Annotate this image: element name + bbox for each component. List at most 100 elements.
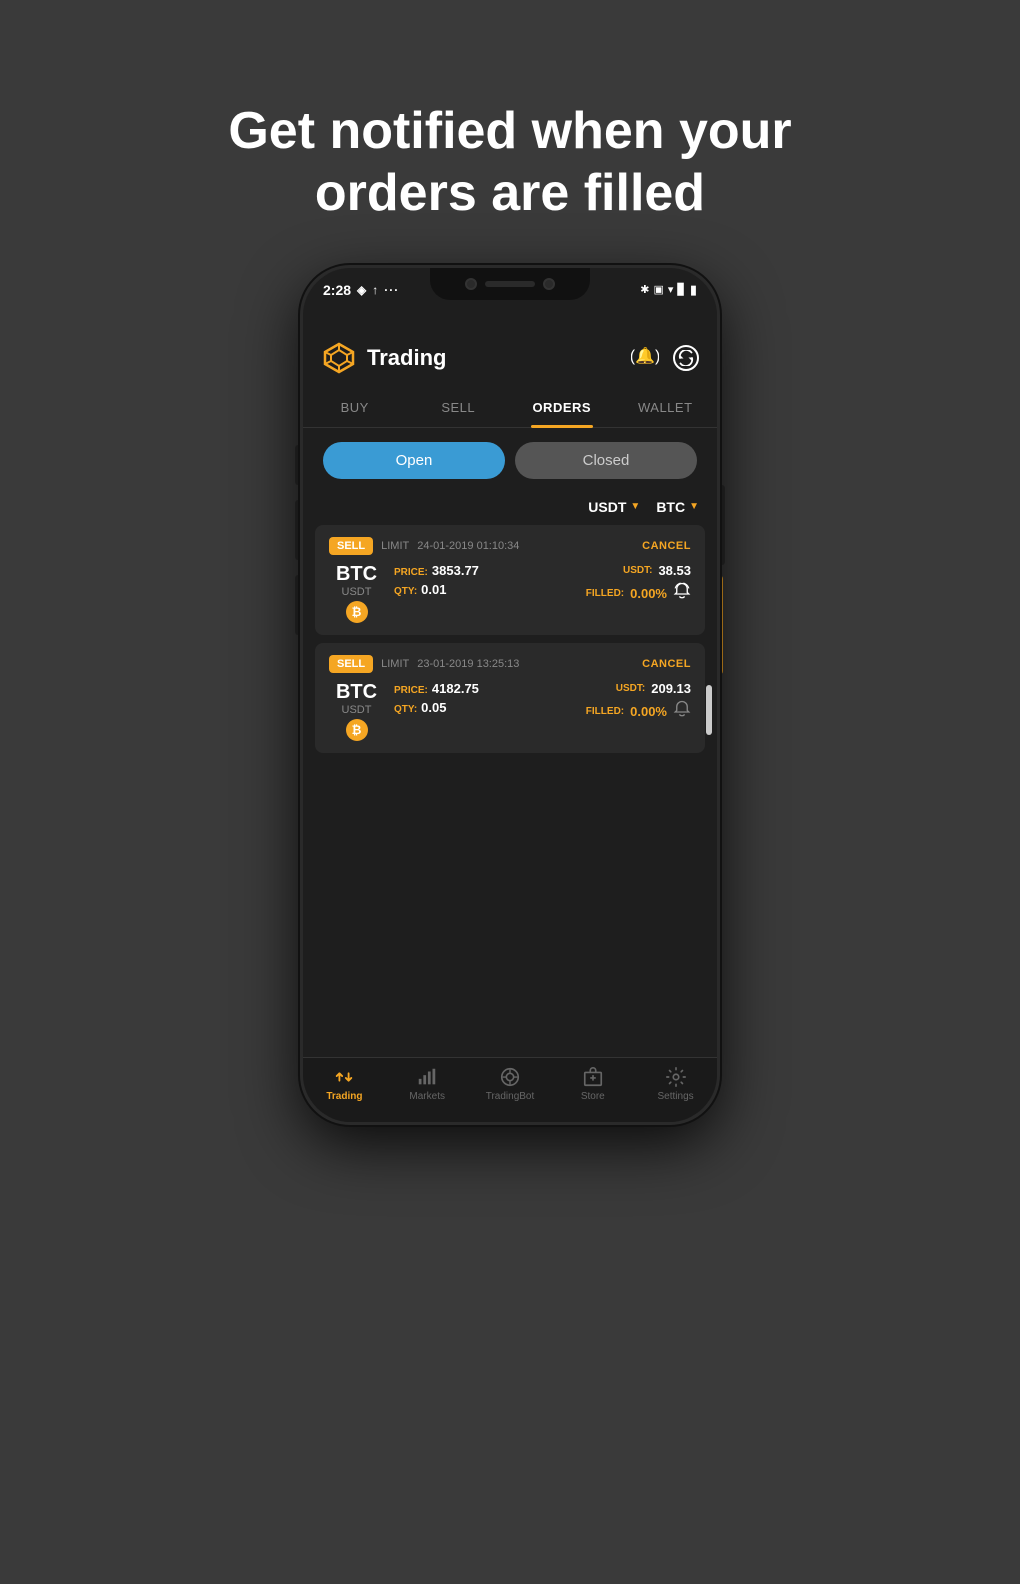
vibrate-icon: ▣ (653, 283, 663, 296)
order-1-sell-badge: SELL (329, 537, 373, 555)
nav-item-tradingbot[interactable]: TradingBot (469, 1066, 552, 1102)
order-2-main: BTC USDT ₿ PRICE: 4182.75 USDT: (329, 681, 691, 741)
nav-item-trading[interactable]: Trading (303, 1066, 386, 1102)
nav-item-markets[interactable]: Markets (386, 1066, 469, 1102)
currency-filter-usdt[interactable]: USDT ▼ (588, 499, 640, 515)
order-2-cancel-button[interactable]: CANCEL (642, 658, 691, 670)
filter-row: USDT ▼ BTC ▼ (303, 493, 717, 525)
order-card-1: SELL LIMIT 24-01-2019 01:10:34 CANCEL BT… (315, 525, 705, 635)
dots-icon: ··· (384, 283, 399, 297)
order-2-qty: QTY: 0.05 (394, 700, 538, 723)
store-icon (582, 1066, 604, 1088)
order-1-date: 24-01-2019 01:10:34 (417, 540, 519, 552)
header-right: (🔔) (631, 343, 699, 372)
order-1-usdt: USDT: 38.53 (548, 563, 692, 578)
order-2-order-type: LIMIT (381, 658, 409, 670)
order-2-bell-alert-icon[interactable] (673, 700, 691, 723)
order-1-header: SELL LIMIT 24-01-2019 01:10:34 CANCEL (329, 537, 691, 555)
order-2-price: PRICE: 4182.75 (394, 681, 538, 696)
headline-line2: orders are filled (315, 164, 705, 222)
currency-filter-btc[interactable]: BTC ▼ (656, 499, 699, 515)
notch-cutout (430, 268, 590, 300)
order-2-quote: USDT (342, 704, 372, 716)
orders-list: SELL LIMIT 24-01-2019 01:10:34 CANCEL BT… (303, 525, 717, 1057)
refresh-icon[interactable] (673, 345, 699, 371)
earpiece-speaker (485, 281, 535, 287)
order-2-type-info: SELL LIMIT 23-01-2019 13:25:13 (329, 655, 519, 673)
order-2-date: 23-01-2019 13:25:13 (417, 658, 519, 670)
brand-logo-icon (321, 340, 357, 376)
header-left: Trading (321, 340, 446, 376)
nav-item-store[interactable]: Store (551, 1066, 634, 1102)
order-1-qty: QTY: 0.01 (394, 582, 538, 605)
status-time-area: 2:28 ◈ ↑ ··· (323, 282, 399, 298)
toggle-row: Open Closed (303, 428, 717, 493)
headline-line1: Get notified when your (228, 102, 791, 160)
btc-label: BTC (656, 499, 685, 515)
tradingbot-icon (499, 1066, 521, 1088)
nav-label-store: Store (581, 1091, 605, 1102)
power-button (720, 485, 725, 565)
tab-buy[interactable]: BUY (303, 388, 407, 427)
scroll-indicator (706, 685, 712, 735)
toggle-open-button[interactable]: Open (323, 442, 505, 479)
bluetooth-icon: ✱ (640, 283, 649, 296)
wifi-icon: ▾ (668, 283, 674, 296)
markets-icon (416, 1066, 438, 1088)
tab-orders[interactable]: ORDERS (510, 388, 614, 427)
order-2-sell-badge: SELL (329, 655, 373, 673)
order-1-order-type: LIMIT (381, 540, 409, 552)
phone-frame: 2:28 ◈ ↑ ··· ✱ ▣ ▾ ▊ ▮ (300, 265, 720, 1125)
clock: 2:28 (323, 282, 351, 298)
order-2-usdt: USDT: 209.13 (548, 681, 692, 696)
notch-area: 2:28 ◈ ↑ ··· ✱ ▣ ▾ ▊ ▮ (303, 268, 717, 328)
nav-item-settings[interactable]: Settings (634, 1066, 717, 1102)
phone-screen: 2:28 ◈ ↑ ··· ✱ ▣ ▾ ▊ ▮ (303, 268, 717, 1122)
order-1-details: PRICE: 3853.77 USDT: 38.53 QTY: 0.01 (394, 563, 691, 605)
order-1-base: BTC (336, 563, 377, 586)
headline: Get notified when your orders are filled (108, 50, 911, 225)
order-2-pair: BTC USDT ₿ (329, 681, 384, 741)
order-2-filled: FILLED: 0.00% (548, 700, 692, 723)
order-1-filled: FILLED: 0.00% (548, 582, 692, 605)
app-header: Trading (🔔) (303, 328, 717, 388)
svg-text:(🔔): (🔔) (631, 347, 659, 365)
order-1-type-info: SELL LIMIT 24-01-2019 01:10:34 (329, 537, 519, 555)
nav-label-tradingbot: TradingBot (486, 1091, 535, 1102)
signal-icon: ▊ (677, 283, 685, 296)
order-2-btc-icon: ₿ (346, 719, 368, 741)
trading-icon (333, 1066, 355, 1088)
tab-wallet[interactable]: WALLET (614, 388, 718, 427)
order-1-cancel-button[interactable]: CANCEL (642, 540, 691, 552)
tabs-row: BUY SELL ORDERS WALLET (303, 388, 717, 428)
app-content: Trading (🔔) (303, 328, 717, 1122)
usdt-label: USDT (588, 499, 626, 515)
notification-icon: ◈ (357, 283, 366, 297)
order-2-header: SELL LIMIT 23-01-2019 13:25:13 CANCEL (329, 655, 691, 673)
usdt-dropdown-arrow: ▼ (630, 501, 640, 512)
btc-dropdown-arrow: ▼ (689, 501, 699, 512)
order-2-base: BTC (336, 681, 377, 704)
nav-label-markets: Markets (409, 1091, 445, 1102)
toggle-closed-button[interactable]: Closed (515, 442, 697, 479)
order-2-details: PRICE: 4182.75 USDT: 209.13 QTY: 0.05 (394, 681, 691, 723)
status-icons-right: ✱ ▣ ▾ ▊ ▮ (640, 282, 697, 298)
battery-icon: ▮ (690, 282, 697, 298)
notification-bell-icon[interactable]: (🔔) (631, 343, 659, 372)
order-1-pair: BTC USDT ₿ (329, 563, 384, 623)
phone-mockup: 2:28 ◈ ↑ ··· ✱ ▣ ▾ ▊ ▮ (300, 265, 720, 1125)
order-1-quote: USDT (342, 586, 372, 598)
front-camera (465, 278, 477, 290)
order-card-2: SELL LIMIT 23-01-2019 13:25:13 CANCEL BT… (315, 643, 705, 753)
nav-label-settings: Settings (658, 1091, 694, 1102)
bottom-nav: Trading Markets (303, 1057, 717, 1122)
settings-icon (665, 1066, 687, 1088)
nav-label-trading: Trading (326, 1091, 362, 1102)
order-1-btc-icon: ₿ (346, 601, 368, 623)
tab-sell[interactable]: SELL (407, 388, 511, 427)
order-1-bell-alert-icon[interactable] (673, 582, 691, 605)
order-1-main: BTC USDT ₿ PRICE: 3853.77 USDT: (329, 563, 691, 623)
front-sensor (543, 278, 555, 290)
order-1-price: PRICE: 3853.77 (394, 563, 538, 578)
app-title: Trading (367, 345, 446, 371)
